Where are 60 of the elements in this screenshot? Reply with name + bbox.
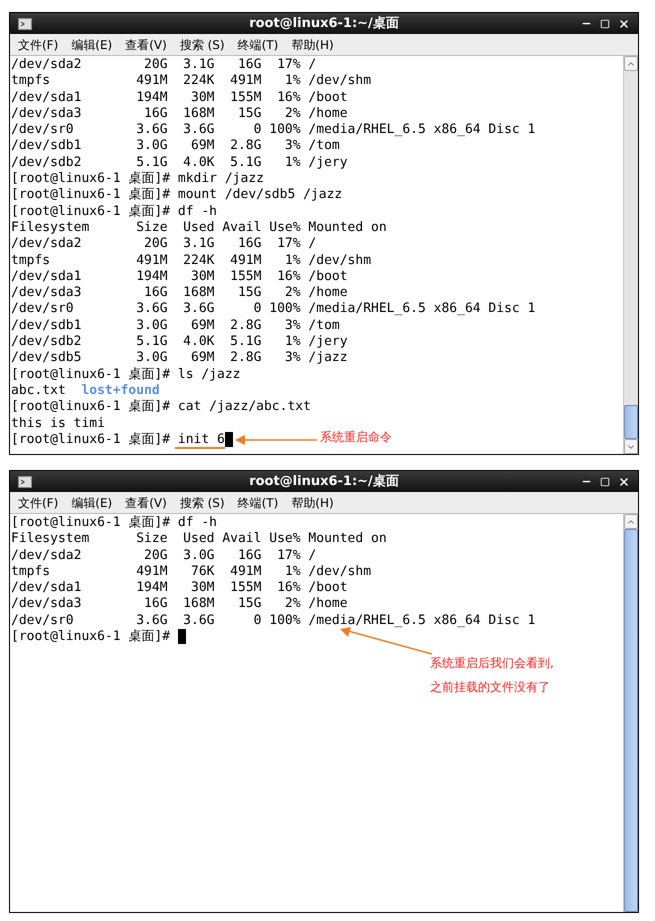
menu-item[interactable]: 文件(F) [18,494,58,512]
scroll-up-button[interactable] [624,56,638,71]
terminal-line: /dev/sda1 194M 30M 155M 16% /boot [11,580,348,596]
terminal-line: /dev/sdb1 3.0G 69M 2.8G 3% /tom [11,138,340,155]
terminal-line: /dev/sdb2 5.1G 4.0K 5.1G 1% /jery [11,154,348,171]
terminal-line: [root@linux6-1 桌面]# df -h [11,515,218,532]
menu-item[interactable]: 帮助(H) [291,36,334,54]
menu-item[interactable]: 编辑(E) [71,36,112,54]
terminal-line: /dev/sdb2 5.1G 4.0K 5.1G 1% /jery [11,334,348,350]
terminal-line: /dev/sda2 20G 3.0G 16G 17% / [11,548,316,564]
terminal-icon [18,18,32,30]
terminal-line: /dev/sdb5 3.0G 69M 2.8G 3% /jazz [11,350,348,367]
scroll-down-button[interactable] [624,439,638,454]
terminal-line: /dev/sda3 16G 168M 15G 2% /home [11,596,348,613]
terminal-line: /dev/sda1 194M 30M 155M 16% /boot [11,268,348,286]
terminal-line: this is timi [11,416,105,432]
menu-item[interactable]: 搜索 (S) [180,494,225,512]
scroll-thumb[interactable] [624,405,638,439]
menu-item[interactable]: 终端(T) [238,36,278,54]
terminal-line: /dev/sda2 20G 3.1G 16G 17% / [11,57,316,74]
annotation-text: 系统重启后我们会看到, [430,655,554,671]
menu-item[interactable]: 文件(F) [18,36,58,54]
annotation-text: 之前挂载的文件没有了 [430,679,551,695]
menu-item[interactable]: 编辑(E) [71,494,112,512]
menu-item[interactable]: 查看(V) [125,494,167,512]
scrollbar[interactable] [623,56,638,454]
terminal-line: [root@linux6-1 桌面]# cat /jazz/abc.txt [11,399,311,416]
terminal-line: [root@linux6-1 桌面]# df -h [11,204,218,220]
terminal-line: /dev/sda2 20G 3.1G 16G 17% / [11,236,316,253]
close-icon[interactable] [618,476,630,488]
menu-item[interactable]: 搜索 (S) [180,36,225,54]
scroll-up-button[interactable] [624,514,638,529]
terminal-line: /dev/sda3 16G 168M 15G 2% /home [11,285,348,302]
terminal-line: tmpfs 491M 224K 491M 1% /dev/shm [11,252,372,269]
terminal-line: [root@linux6-1 桌面]# mkdir /jazz [11,171,264,187]
terminal-line: /dev/sdb1 3.0G 69M 2.8G 3% /tom [11,318,340,334]
terminal-line: abc.txt lost+found [11,382,160,399]
terminal-line: [root@linux6-1 桌面]# mount /dev/sdb5 /jazz [11,187,342,204]
maximize-icon[interactable] [600,18,610,28]
terminal-line: Filesystem Size Used Avail Use% Mounted on [11,220,387,236]
window-title: root@linux6-1:~/桌面 [249,14,399,33]
menu-item[interactable]: 查看(V) [125,36,167,54]
terminal-line: /dev/sr0 3.6G 3.6G 0 100% /media/RHEL_6.5 x86_64 Disc 1 [11,612,536,629]
terminal-line: Filesystem Size Used Avail Use% Mounted on [11,531,387,548]
close-icon[interactable] [618,18,630,30]
menu-item[interactable]: 终端(T) [238,494,278,512]
terminal-line: tmpfs 491M 76K 491M 1% /dev/shm [11,564,372,580]
terminal-line: [root@linux6-1 桌面]# ls /jazz [11,366,240,383]
menu-item[interactable]: 帮助(H) [291,494,334,512]
window-title: root@linux6-1:~/桌面 [249,472,399,491]
maximize-icon[interactable] [600,476,610,486]
terminal-line: /dev/sr0 3.6G 3.6G 0 100% /media/RHEL_6.5 x86_64 Disc 1 [11,122,536,138]
terminal-line: /dev/sr0 3.6G 3.6G 0 100% /media/RHEL_6.5 x86_64 Disc 1 [11,301,536,318]
terminal-line: /dev/sda3 16G 168M 15G 2% /home [11,106,348,122]
terminal-line: /dev/sda1 194M 30M 155M 16% /boot [11,90,348,106]
terminal-line: [root@linux6-1 桌面]# init 6 [11,432,233,448]
terminal-icon [18,476,32,488]
terminal-line: tmpfs 491M 224K 491M 1% /dev/shm [11,73,372,90]
terminal-line: [root@linux6-1 桌面]# [11,629,186,646]
annotation-text: 系统重启命令 [320,429,392,445]
